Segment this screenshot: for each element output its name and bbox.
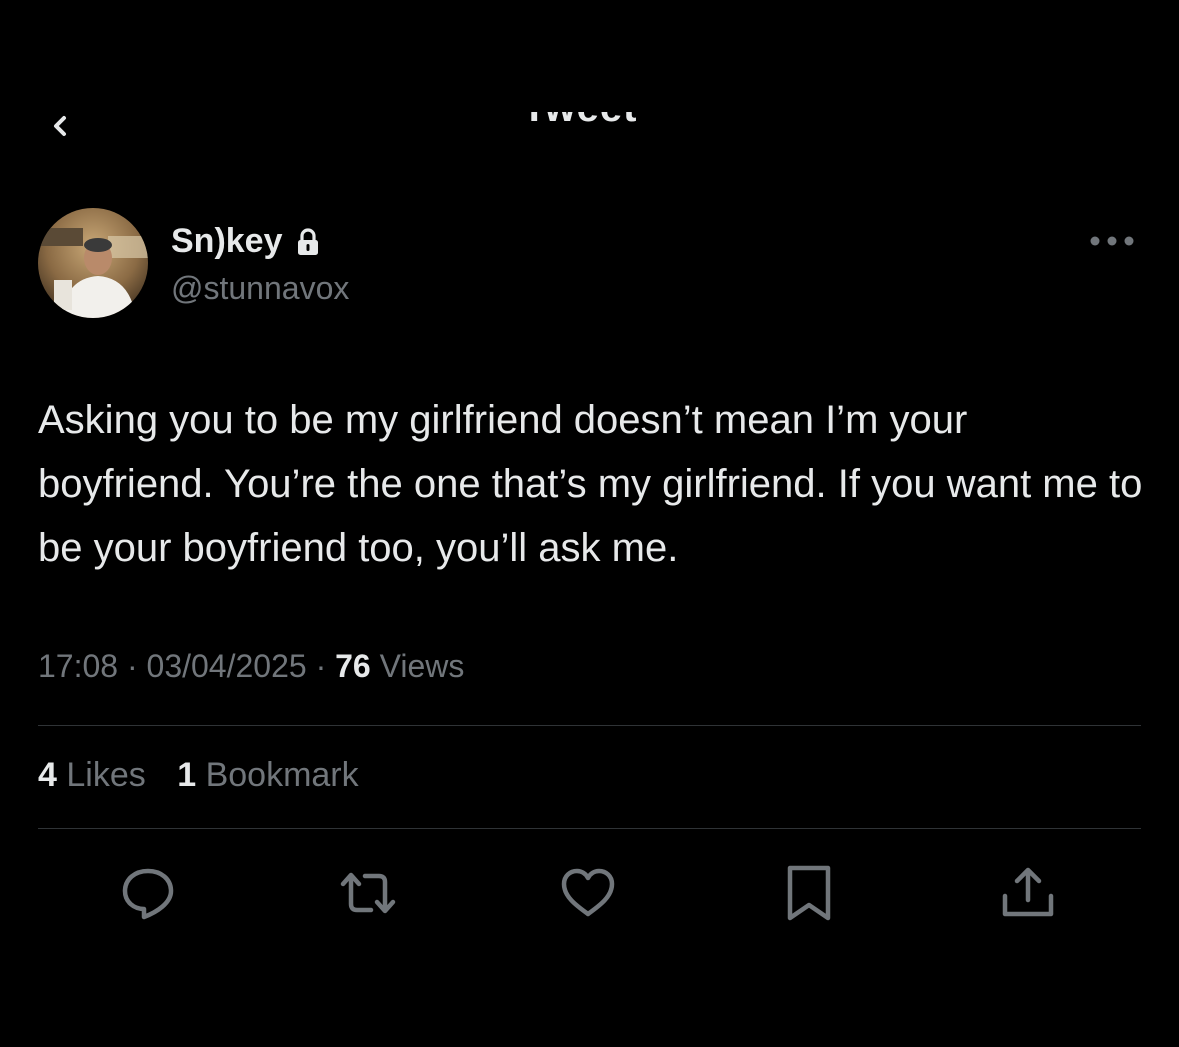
more-options-icon[interactable]	[1086, 232, 1138, 250]
avatar[interactable]	[38, 208, 148, 318]
bookmark-icon	[787, 865, 831, 921]
share-icon	[1002, 867, 1054, 917]
views-label[interactable]: Views	[380, 648, 465, 684]
tweet-date[interactable]: 03/04/2025	[147, 648, 307, 684]
bookmark-button[interactable]	[778, 862, 840, 924]
divider	[38, 725, 1141, 726]
display-name-text[interactable]: Sn)key	[171, 222, 283, 261]
tweet-time[interactable]: 17:08	[38, 648, 118, 684]
likes-stat[interactable]: 4 Likes	[38, 756, 146, 794]
page-title: Tweet	[522, 112, 667, 128]
chevron-left-icon[interactable]	[44, 108, 74, 138]
tweet-text: Asking you to be my girlfriend doesn’t m…	[38, 398, 1143, 570]
likes-count: 4	[38, 756, 57, 794]
author-display-name[interactable]: Sn)key	[171, 222, 321, 261]
divider	[38, 828, 1141, 829]
heart-icon	[561, 868, 615, 917]
like-button[interactable]	[557, 862, 619, 924]
views-count[interactable]: 76	[335, 648, 371, 684]
engagement-stats: 4 Likes 1 Bookmark	[38, 756, 359, 795]
reply-icon	[122, 868, 174, 920]
meta-separator: ·	[126, 648, 138, 684]
bookmarks-count: 1	[177, 756, 197, 794]
retweet-button[interactable]	[337, 862, 399, 924]
bookmarks-label: Bookmark	[205, 756, 359, 794]
share-button[interactable]	[997, 862, 1059, 924]
retweet-icon	[340, 872, 396, 914]
likes-label: Likes	[66, 756, 146, 794]
lock-icon	[297, 227, 318, 255]
bookmarks-stat[interactable]: 1 Bookmark	[177, 756, 358, 794]
top-bar: Tweet	[0, 0, 1179, 140]
author-handle[interactable]: @stunnavox	[171, 270, 349, 307]
meta-separator: ·	[315, 648, 327, 684]
reply-button[interactable]	[117, 862, 179, 924]
tweet-metadata: 17:08 · 03/04/2025 · 76 Views	[38, 648, 464, 685]
